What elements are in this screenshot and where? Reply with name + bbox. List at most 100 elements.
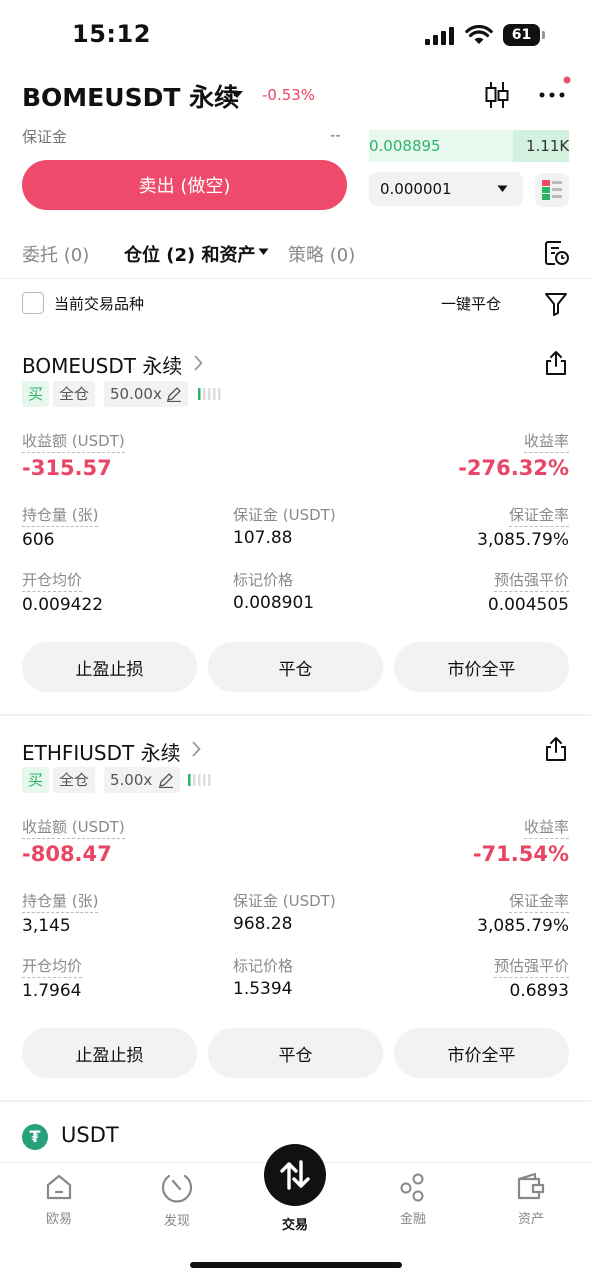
- mark-price-value: 0.008901: [233, 593, 315, 613]
- entry-price-value: 1.7964: [22, 981, 82, 1001]
- status-time: 15:12: [72, 20, 151, 48]
- chevron-right-icon[interactable]: [194, 355, 203, 371]
- close-all-positions-link[interactable]: 一键平仓: [441, 293, 501, 314]
- nav-item-trade[interactable]: [264, 1144, 326, 1206]
- tpsl-button[interactable]: 止盈止损: [22, 642, 197, 692]
- market-close-button[interactable]: 市价全平: [394, 642, 569, 692]
- leverage-value: 50.00x: [110, 385, 162, 403]
- price-change: -0.53%: [262, 86, 316, 104]
- roe-label: 收益率: [523, 430, 569, 453]
- nav-label: 交易: [281, 1218, 308, 1233]
- pnl-value: -808.47: [22, 842, 112, 866]
- size-value: 606: [22, 530, 55, 550]
- wallet-icon: [517, 1172, 545, 1200]
- battery-icon: 61: [503, 24, 545, 46]
- market-close-button[interactable]: 市价全平: [394, 1028, 569, 1078]
- battery-level: 61: [503, 24, 540, 46]
- candlestick-chart-icon[interactable]: [484, 80, 510, 110]
- card-divider: [0, 1100, 591, 1102]
- entry-price-value: 0.009422: [22, 595, 104, 615]
- finance-icon: [400, 1173, 424, 1202]
- more-menu-icon[interactable]: [538, 76, 572, 102]
- tabs-divider: [0, 278, 591, 279]
- wifi-icon: [465, 25, 493, 44]
- mark-price-value: 1.5394: [233, 979, 293, 999]
- trade-icon: [280, 1160, 310, 1190]
- liq-price-value: 0.004505: [487, 595, 569, 615]
- position-margin-value: 968.28: [233, 914, 293, 934]
- orderbook-qty: 1.11K: [526, 137, 570, 155]
- orderbook-layout-toggle[interactable]: [535, 173, 569, 207]
- edit-icon: [159, 773, 173, 788]
- nav-label: 欧易: [45, 1212, 72, 1227]
- liq-price-value: 0.6893: [509, 981, 569, 1001]
- mark-price-label: 标记价格: [233, 571, 294, 589]
- usdt-logo-icon: ₮: [22, 1124, 48, 1150]
- nav-label: 资产: [517, 1212, 544, 1227]
- price-step-value: 0.000001: [380, 180, 452, 198]
- margin-ratio-value: 3,085.79%: [477, 530, 569, 550]
- close-position-button[interactable]: 平仓: [208, 642, 383, 692]
- leverage-badge[interactable]: 5.00x: [104, 767, 180, 793]
- tab-dropdown-icon[interactable]: [258, 248, 269, 256]
- leverage-badge[interactable]: 50.00x: [104, 381, 188, 407]
- filter-icon[interactable]: [545, 292, 567, 316]
- nav-item-finance[interactable]: 金融: [373, 1172, 453, 1227]
- mark-price-label: 标记价格: [233, 957, 294, 975]
- price-step-select[interactable]: 0.000001: [369, 172, 523, 206]
- pair-title[interactable]: BOMEUSDT 永续: [22, 78, 239, 114]
- margin-ratio-label: 保证金率: [508, 504, 569, 527]
- nav-item-home[interactable]: 欧易: [19, 1172, 99, 1227]
- margin-value: --: [330, 126, 341, 144]
- card-divider: [0, 714, 591, 716]
- tab-orders[interactable]: 委托 (0): [22, 241, 89, 267]
- liq-price-label: 预估强平价: [493, 569, 569, 592]
- side-badge: 买: [22, 767, 50, 793]
- liq-price-label: 预估强平价: [493, 955, 569, 978]
- position-margin-label: 保证金 (USDT): [233, 506, 336, 524]
- margin-ratio-label: 保证金率: [508, 890, 569, 913]
- signal-icon: [425, 27, 454, 45]
- entry-price-label: 开仓均价: [22, 569, 83, 592]
- asset-usdt-label[interactable]: USDT: [61, 1123, 119, 1147]
- chevron-right-icon[interactable]: [192, 741, 201, 757]
- tpsl-button[interactable]: 止盈止损: [22, 1028, 197, 1078]
- orderbook-layout-icon: [542, 180, 562, 200]
- current-symbol-label: 当前交易品种: [54, 295, 145, 313]
- share-icon[interactable]: [544, 350, 568, 376]
- tab-positions-assets[interactable]: 仓位 (2) 和资产: [124, 241, 256, 267]
- nav-label: 金融: [399, 1212, 426, 1227]
- margin-mode-badge: 全仓: [53, 767, 96, 793]
- close-position-button[interactable]: 平仓: [208, 1028, 383, 1078]
- nav-label: 发现: [163, 1214, 190, 1229]
- pnl-label: 收益额 (USDT): [22, 816, 125, 839]
- chevron-down-icon: [497, 185, 508, 192]
- discover-icon: [161, 1174, 193, 1203]
- leverage-value: 5.00x: [110, 771, 153, 789]
- tab-strategies[interactable]: 策略 (0): [288, 241, 355, 267]
- current-symbol-checkbox[interactable]: [22, 292, 44, 314]
- risk-level-icon: [188, 774, 211, 786]
- size-label: 持仓量 (张): [22, 890, 99, 913]
- size-value: 3,145: [22, 916, 71, 936]
- roe-label: 收益率: [523, 816, 569, 839]
- order-history-icon[interactable]: [544, 240, 570, 266]
- home-icon: [46, 1174, 72, 1200]
- risk-level-icon: [198, 388, 221, 400]
- position-margin-label: 保证金 (USDT): [233, 892, 336, 910]
- margin-mode-badge: 全仓: [53, 381, 96, 407]
- home-indicator: [190, 1262, 402, 1268]
- pair-dropdown-icon[interactable]: [230, 90, 244, 100]
- size-label: 持仓量 (张): [22, 504, 99, 527]
- roe-value: -276.32%: [458, 456, 569, 480]
- entry-price-label: 开仓均价: [22, 955, 83, 978]
- share-icon[interactable]: [544, 736, 568, 762]
- pnl-label: 收益额 (USDT): [22, 430, 125, 453]
- nav-item-discover[interactable]: 发现: [137, 1172, 217, 1229]
- sell-short-button[interactable]: 卖出 (做空): [22, 160, 347, 210]
- position-symbol[interactable]: BOMEUSDT 永续: [22, 350, 182, 379]
- position-margin-value: 107.88: [233, 528, 293, 548]
- position-symbol[interactable]: ETHFIUSDT 永续: [22, 737, 181, 766]
- margin-ratio-value: 3,085.79%: [477, 916, 569, 936]
- nav-item-assets[interactable]: 资产: [491, 1172, 571, 1227]
